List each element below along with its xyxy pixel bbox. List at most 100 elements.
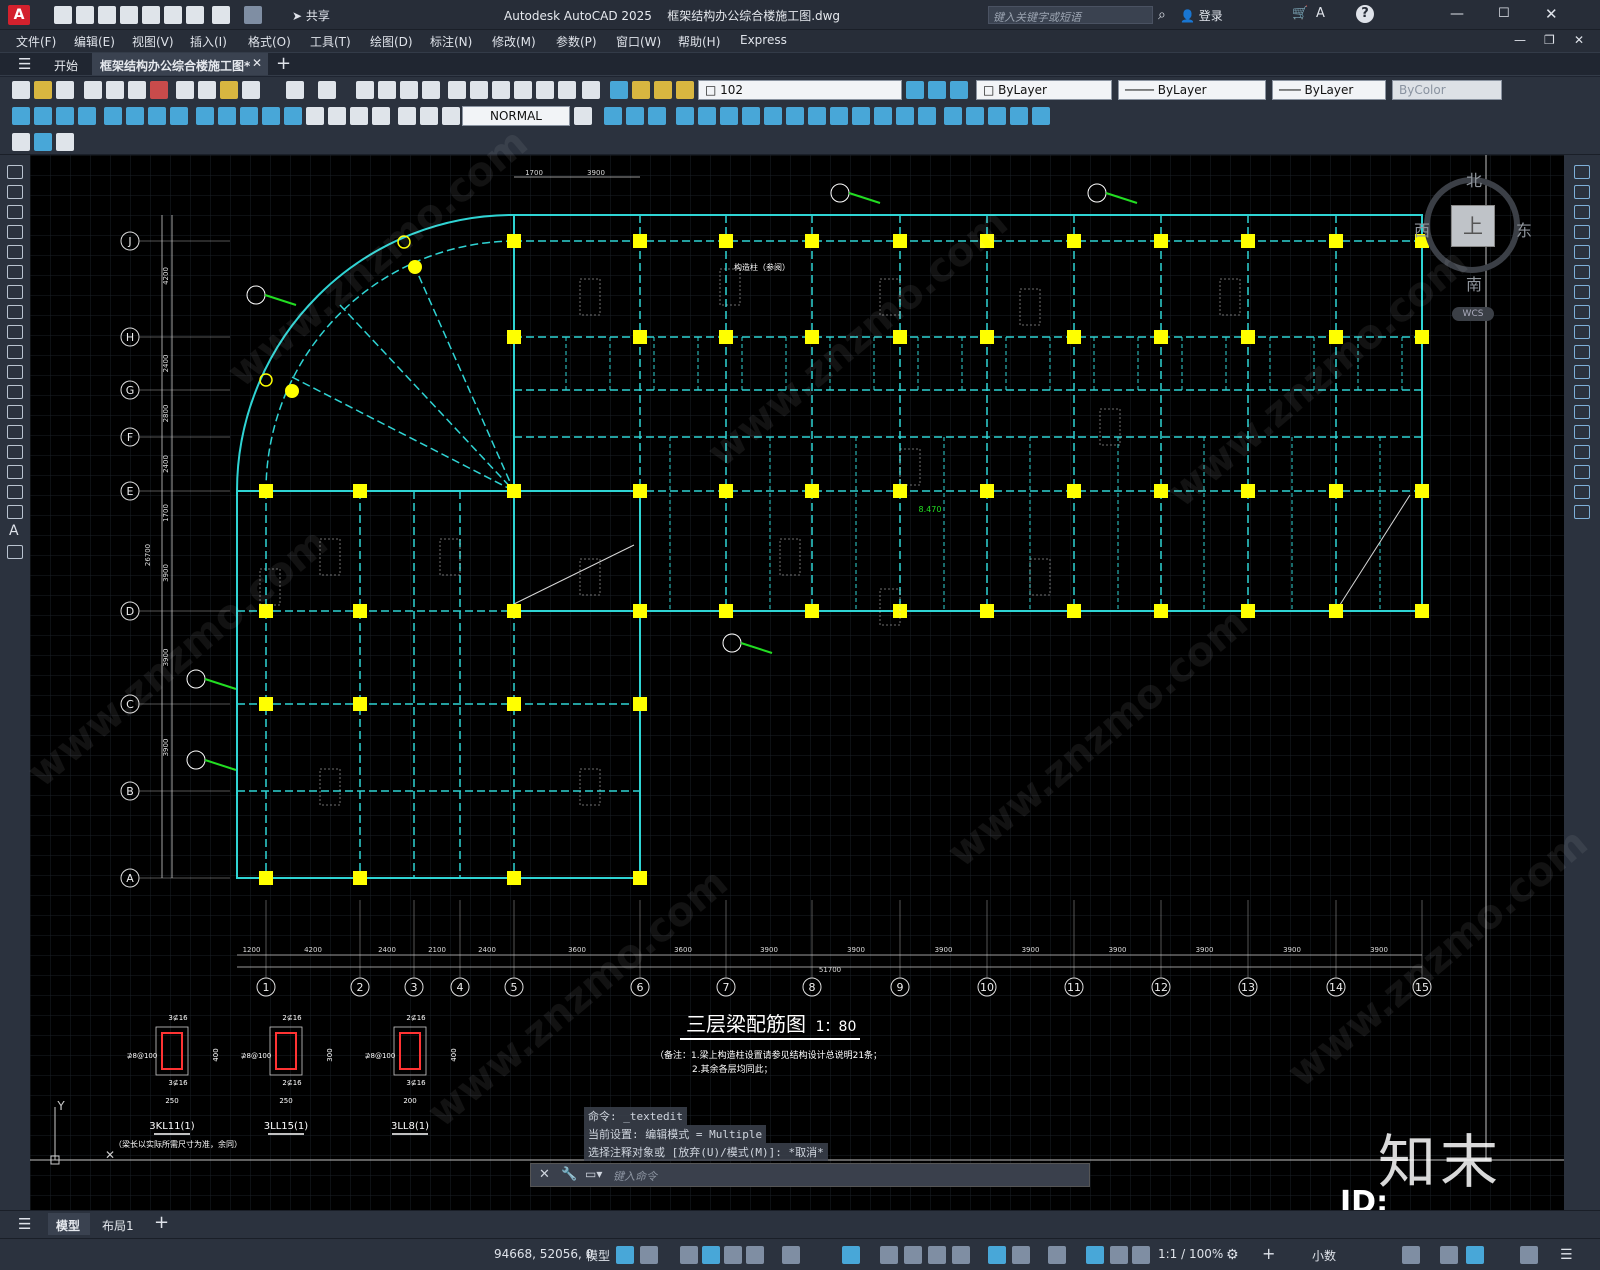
dim-ordinate-icon[interactable]	[78, 107, 96, 125]
grid-toggle-icon[interactable]	[616, 1246, 634, 1264]
menu-insert[interactable]: 插入(I)	[190, 33, 227, 50]
doc-close-button[interactable]: ✕	[1574, 33, 1584, 47]
ellipse-icon[interactable]	[7, 345, 23, 359]
quick-properties-icon[interactable]	[1402, 1246, 1420, 1264]
units-value[interactable]: 小数	[1312, 1247, 1336, 1264]
pan-icon[interactable]	[356, 81, 374, 99]
dimstyle-dropdown[interactable]: NORMAL	[462, 106, 570, 126]
block-editor-icon[interactable]	[12, 133, 30, 151]
open-icon[interactable]	[34, 81, 52, 99]
dim-text-edit-icon[interactable]	[420, 107, 438, 125]
minimize-button[interactable]: —	[1450, 6, 1464, 22]
menu-format[interactable]: 格式(O)	[248, 33, 291, 50]
hamburger-icon[interactable]: ☰	[18, 55, 31, 73]
menu-dimension[interactable]: 标注(N)	[430, 33, 472, 50]
tab-close-icon[interactable]: ✕	[252, 56, 262, 70]
menu-help[interactable]: 帮助(H)	[678, 33, 720, 50]
model-space-canvas[interactable]: J H G F E D C B A 1 2 3 4 5 6 7 8 9 10 11 12 13 14 15 1200 4200 24…	[19, 120, 1596, 1255]
annotation-scale-value[interactable]: 1:1 / 100%	[1158, 1247, 1223, 1261]
markup-icon[interactable]	[536, 81, 554, 99]
tab-layout1[interactable]: 布局1	[96, 1213, 146, 1235]
layer-on-icon[interactable]	[632, 81, 650, 99]
taper-faces-icon[interactable]	[786, 107, 804, 125]
dim-update-icon[interactable]	[442, 107, 460, 125]
dim-arc-icon[interactable]	[56, 107, 74, 125]
copy-edges-icon[interactable]	[988, 107, 1006, 125]
copy-faces-icon[interactable]	[808, 107, 826, 125]
web-save-icon[interactable]	[164, 6, 182, 24]
search-box[interactable]: 键入关键字或短语	[988, 6, 1153, 24]
jogged-linear-icon[interactable]	[372, 107, 390, 125]
viewcube-south[interactable]: 南	[1466, 271, 1482, 295]
new-tab-button[interactable]: +	[276, 53, 291, 74]
ortho-icon[interactable]	[724, 1246, 742, 1264]
workspace-gear-icon[interactable]: ⚙	[1226, 1247, 1239, 1263]
circle-icon[interactable]	[7, 285, 23, 299]
inspection-icon[interactable]	[350, 107, 368, 125]
zoom-realtime-icon[interactable]	[378, 81, 396, 99]
extrude-faces-icon[interactable]	[676, 107, 694, 125]
menu-parametric[interactable]: 参数(P)	[556, 33, 597, 50]
mtext-icon[interactable]: A	[9, 523, 19, 539]
wcs-menu[interactable]: WCS	[1452, 307, 1494, 321]
dynamic-input-icon[interactable]	[702, 1246, 720, 1264]
region-icon[interactable]	[7, 485, 23, 499]
undo-icon[interactable]	[286, 81, 304, 99]
ellipse-arc-icon[interactable]	[7, 365, 23, 379]
autocad-logo[interactable]: A	[8, 5, 30, 25]
dynamic-ucs-icon[interactable]	[1012, 1246, 1030, 1264]
share-button[interactable]: ➤ 共享	[292, 7, 330, 24]
rectangle-icon[interactable]	[7, 245, 23, 259]
design-center-icon[interactable]	[470, 81, 488, 99]
table-icon[interactable]	[34, 133, 52, 151]
scale-icon[interactable]	[1574, 305, 1590, 319]
layout-menu-icon[interactable]: ☰	[18, 1215, 31, 1233]
3d-print-icon[interactable]	[150, 81, 168, 99]
redo-icon[interactable]	[244, 6, 262, 24]
tolerance-icon[interactable]	[306, 107, 324, 125]
dim-jogged-icon[interactable]	[126, 107, 144, 125]
isolate-objects-icon[interactable]	[1466, 1246, 1484, 1264]
print-icon[interactable]	[84, 81, 102, 99]
tab-start[interactable]: 开始	[46, 53, 86, 75]
center-mark-icon[interactable]	[328, 107, 346, 125]
make-block-icon[interactable]	[7, 405, 23, 419]
dim-break-icon[interactable]	[284, 107, 302, 125]
zoom-previous-icon[interactable]	[422, 81, 440, 99]
menu-tools[interactable]: 工具(T)	[310, 33, 351, 50]
tool-palettes-icon[interactable]	[492, 81, 510, 99]
make-current-icon[interactable]	[906, 81, 924, 99]
object-snap-icon[interactable]	[880, 1246, 898, 1264]
shell-icon[interactable]	[918, 107, 936, 125]
selection-filter-icon[interactable]	[1048, 1246, 1066, 1264]
viewcube-top-face[interactable]: 上	[1451, 205, 1495, 247]
move-faces-icon[interactable]	[698, 107, 716, 125]
selection-cycling-icon[interactable]	[952, 1246, 970, 1264]
layer-state-icon[interactable]	[950, 81, 968, 99]
snap-toggle-icon[interactable]	[640, 1246, 658, 1264]
spline-icon[interactable]	[7, 325, 23, 339]
doc-minimize-button[interactable]: —	[1514, 33, 1526, 47]
break-at-point-icon[interactable]	[1574, 385, 1590, 399]
undo-icon[interactable]	[212, 6, 230, 24]
polygon-icon[interactable]	[7, 225, 23, 239]
rotate-faces-icon[interactable]	[764, 107, 782, 125]
subtract-icon[interactable]	[626, 107, 644, 125]
rotate-icon[interactable]	[1574, 285, 1590, 299]
annotation-monitor-icon[interactable]: +	[1262, 1244, 1275, 1263]
calculator-icon[interactable]	[558, 81, 576, 99]
dim-space-icon[interactable]	[262, 107, 280, 125]
3d-osnap-icon[interactable]	[988, 1246, 1006, 1264]
insert-block-icon[interactable]	[7, 385, 23, 399]
auto-scale-icon[interactable]	[1110, 1246, 1128, 1264]
color-faces-icon[interactable]	[830, 107, 848, 125]
imprint-icon[interactable]	[852, 107, 870, 125]
transparency-icon[interactable]	[928, 1246, 946, 1264]
layer-previous-icon[interactable]	[928, 81, 946, 99]
extend-icon[interactable]	[1574, 365, 1590, 379]
menu-modify[interactable]: 修改(M)	[492, 33, 536, 50]
extract-edges-icon[interactable]	[966, 107, 984, 125]
intersect-icon[interactable]	[648, 107, 666, 125]
command-input[interactable]: 键入命令	[613, 1168, 657, 1184]
clean-icon[interactable]	[874, 107, 892, 125]
